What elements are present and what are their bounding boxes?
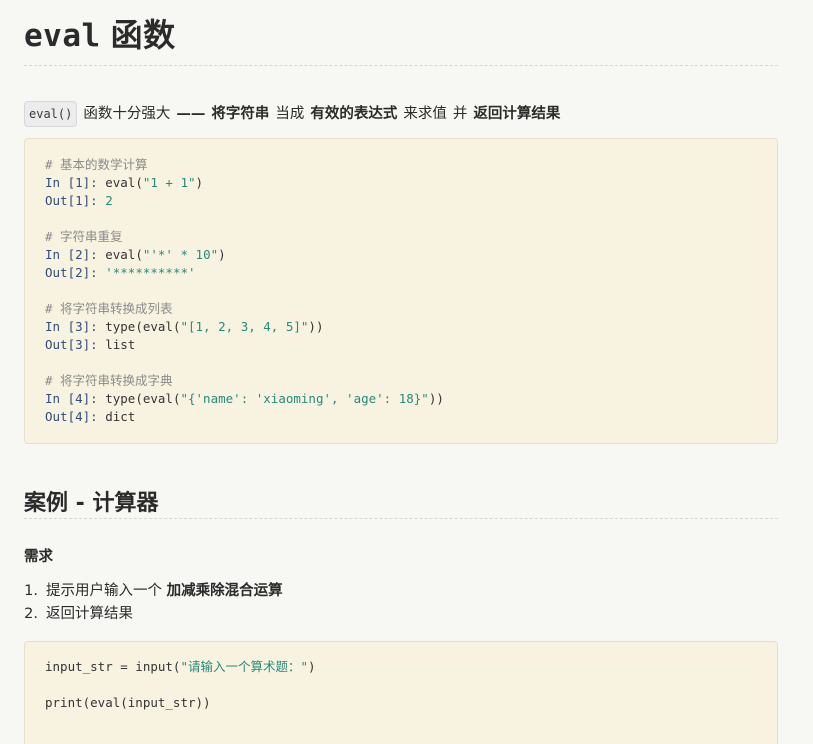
requirements-list: 1. 提示用户输入一个 加减乘除混合运算 2. 返回计算结果 [24, 580, 283, 626]
code-token: Out[3]: [45, 337, 106, 352]
code-line: # 将字符串转换成列表 [45, 300, 444, 318]
code-string: '**********' [105, 265, 196, 280]
page-title-code: eval [24, 18, 101, 54]
intro-text-3: 来求值 [403, 106, 447, 122]
code-token: list [105, 337, 136, 352]
code-token: Out[4]: [45, 409, 106, 424]
code-token: print(eval(input_str)) [45, 695, 211, 710]
code-token: In [1]: [45, 175, 106, 190]
list-item: 2. 返回计算结果 [24, 603, 283, 626]
code-line: In [1]: eval("1 + 1") [45, 174, 444, 192]
code-token: In [2]: [45, 247, 106, 262]
intro-bold-2: 有效的表达式 [310, 106, 398, 122]
code-line: input_str = input("请输入一个算术题：") [45, 658, 316, 676]
code-token: In [3]: [45, 319, 106, 334]
code-string: "{'name': 'xiaoming', 'age': 18}" [180, 391, 429, 406]
code-comment: # 基本的数学计算 [45, 157, 148, 172]
code-string: "[1, 2, 3, 4, 5]" [180, 319, 309, 334]
requirements-heading: 需求 [24, 549, 53, 565]
code-token: Out[1]: [45, 193, 106, 208]
intro-dash: —— [176, 106, 206, 122]
list-item-number: 1. [24, 583, 38, 599]
code-block-calculator[interactable]: input_str = input("请输入一个算术题：") print(eval… [24, 641, 778, 744]
section-title: 案例 - 计算器 [24, 491, 159, 516]
intro-bold-1: 将字符串 [211, 106, 270, 122]
list-item: 1. 提示用户输入一个 加减乘除混合运算 [24, 580, 283, 603]
code-lines: input_str = input("请输入一个算术题：") print(eval… [45, 658, 316, 712]
code-lines: # 基本的数学计算 In [1]: eval("1 + 1") Out[1]: 2 #… [45, 156, 444, 426]
code-line: Out[3]: list [45, 336, 444, 354]
code-token: In [4]: [45, 391, 106, 406]
code-token: eval( [105, 175, 143, 190]
code-token: ) [308, 659, 316, 674]
document-page: eval 函数 eval() 函数十分强大 —— 将字符串 当成 有效的表达式 … [24, 0, 778, 744]
code-token: input_str = input( [45, 659, 181, 674]
list-item-bold: 加减乘除混合运算 [166, 583, 283, 599]
code-line: print(eval(input_str)) [45, 694, 316, 712]
code-line: Out[4]: dict [45, 408, 444, 426]
code-line: Out[1]: 2 [45, 192, 444, 210]
intro-paragraph: eval() 函数十分强大 —— 将字符串 当成 有效的表达式 来求值 并 返回… [24, 101, 560, 127]
title-divider [24, 65, 778, 66]
code-comment: # 将字符串转换成字典 [45, 373, 173, 388]
code-line: # 基本的数学计算 [45, 156, 444, 174]
code-token: )) [308, 319, 324, 334]
code-token: ) [195, 175, 204, 190]
code-token: dict [105, 409, 136, 424]
code-line: In [3]: type(eval("[1, 2, 3, 4, 5]")) [45, 318, 444, 336]
inline-code: eval() [24, 101, 78, 127]
code-string: "'*' * 10" [142, 247, 219, 262]
section-divider [24, 518, 778, 519]
code-line: # 将字符串转换成字典 [45, 372, 444, 390]
code-token: type(eval( [105, 319, 181, 334]
code-string: "1 + 1" [142, 175, 196, 190]
code-comment: # 将字符串转换成列表 [45, 301, 173, 316]
code-token: eval( [105, 247, 143, 262]
page-title: eval 函数 [24, 10, 176, 60]
intro-text-2: 当成 [275, 106, 305, 122]
intro-bold-3: 返回计算结果 [473, 106, 561, 122]
list-item-number: 2. [24, 606, 38, 622]
code-token: )) [428, 391, 444, 406]
list-item-text: 返回计算结果 [46, 606, 133, 622]
code-line: In [4]: type(eval("{'name': 'xiaoming', … [45, 390, 444, 408]
code-string: "请输入一个算术题：" [180, 659, 309, 674]
code-token: 2 [105, 193, 113, 208]
code-comment: # 字符串重复 [45, 229, 123, 244]
code-token: type(eval( [105, 391, 181, 406]
code-line: Out[2]: '**********' [45, 264, 444, 282]
code-token: ) [218, 247, 226, 262]
intro-text-1: 函数十分强大 [83, 106, 171, 122]
code-line: In [2]: eval("'*' * 10") [45, 246, 444, 264]
code-token: Out[2]: [45, 265, 106, 280]
page-title-text: 函数 [110, 16, 176, 54]
code-block-examples[interactable]: # 基本的数学计算 In [1]: eval("1 + 1") Out[1]: 2 #… [24, 138, 778, 444]
intro-text-4: 并 [452, 106, 468, 122]
list-item-text: 提示用户输入一个 [46, 583, 162, 599]
code-line: # 字符串重复 [45, 228, 444, 246]
